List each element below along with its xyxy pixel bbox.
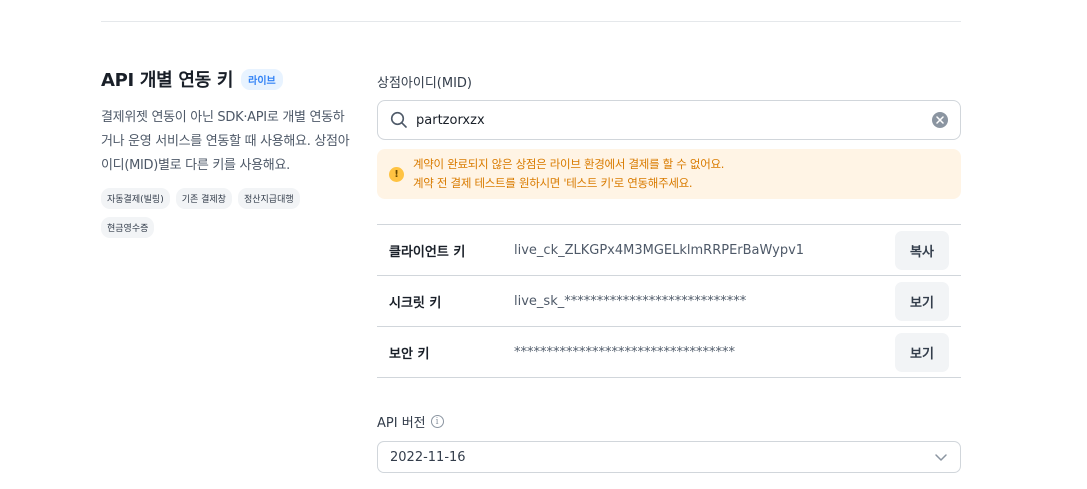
section-intro: API 개별 연동 키 라이브 결제위젯 연동이 아닌 SDK·API로 개별 … <box>101 66 351 238</box>
top-divider <box>101 21 961 22</box>
info-icon[interactable]: i <box>430 415 444 428</box>
clear-icon[interactable] <box>932 112 948 128</box>
api-version-select[interactable]: 2022-11-16 <box>377 441 961 473</box>
key-settings: 상점아이디(MID) ! 계약이 완료되지 않은 상점은 라이브 환경에서 결제… <box>377 66 961 473</box>
feature-tags: 자동결제(빌링) 기존 결제창 정산지급대행 현금영수증 <box>101 188 331 238</box>
tag-payout: 정산지급대행 <box>237 188 300 209</box>
section-title: API 개별 연동 키 <box>101 70 234 91</box>
show-secret-key-button[interactable]: 보기 <box>895 281 949 321</box>
live-badge: 라이브 <box>241 68 283 90</box>
secret-key-label: 시크릿 키 <box>389 295 442 311</box>
secret-key-value: live_sk_**************************** <box>514 293 747 309</box>
search-icon <box>390 111 407 128</box>
copy-client-key-button[interactable]: 복사 <box>895 230 949 270</box>
client-key-label: 클라이언트 키 <box>389 244 466 260</box>
security-key-label: 보안 키 <box>389 346 430 362</box>
mid-search-box[interactable] <box>377 100 961 140</box>
show-security-key-button[interactable]: 보기 <box>895 332 949 372</box>
mid-search-input[interactable] <box>416 112 932 128</box>
chevron-down-icon <box>935 454 947 461</box>
exclamation-icon: ! <box>389 166 404 182</box>
section-description: 결제위젯 연동이 아닌 SDK·API로 개별 연동하거나 운영 서비스를 연동… <box>101 110 350 173</box>
client-key-value: live_ck_ZLKGPx4M3MGELklmRRPErBaWypv1 <box>514 242 805 258</box>
api-version-value: 2022-11-16 <box>390 449 466 465</box>
api-version-label-row: API 버전 i <box>377 412 961 431</box>
mid-label: 상점아이디(MID) <box>377 76 473 91</box>
warning-line-1: 계약이 완료되지 않은 상점은 라이브 환경에서 결제를 할 수 없어요. <box>413 157 725 171</box>
key-row-security: 보안 키 ********************************** … <box>377 327 961 378</box>
tag-cash-receipt: 현금영수증 <box>101 217 155 238</box>
tag-auto-billing: 자동결제(빌링) <box>101 188 170 209</box>
key-row-client: 클라이언트 키 live_ck_ZLKGPx4M3MGELklmRRPErBaW… <box>377 225 961 276</box>
warning-line-2: 계약 전 결제 테스트를 원하시면 '테스트 키'로 연동해주세요. <box>413 176 693 190</box>
security-key-value: ********************************** <box>514 344 735 360</box>
section-title-row: API 개별 연동 키 라이브 <box>101 66 351 92</box>
api-keys-table: 클라이언트 키 live_ck_ZLKGPx4M3MGELklmRRPErBaW… <box>377 224 961 378</box>
warning-text: 계약이 완료되지 않은 상점은 라이브 환경에서 결제를 할 수 없어요. 계약… <box>413 155 724 193</box>
api-version-label: API 버전 <box>377 416 426 431</box>
contract-warning: ! 계약이 완료되지 않은 상점은 라이브 환경에서 결제를 할 수 없어요. … <box>377 149 961 199</box>
tag-legacy-checkout: 기존 결제창 <box>175 188 232 209</box>
key-row-secret: 시크릿 키 live_sk_**************************… <box>377 276 961 327</box>
